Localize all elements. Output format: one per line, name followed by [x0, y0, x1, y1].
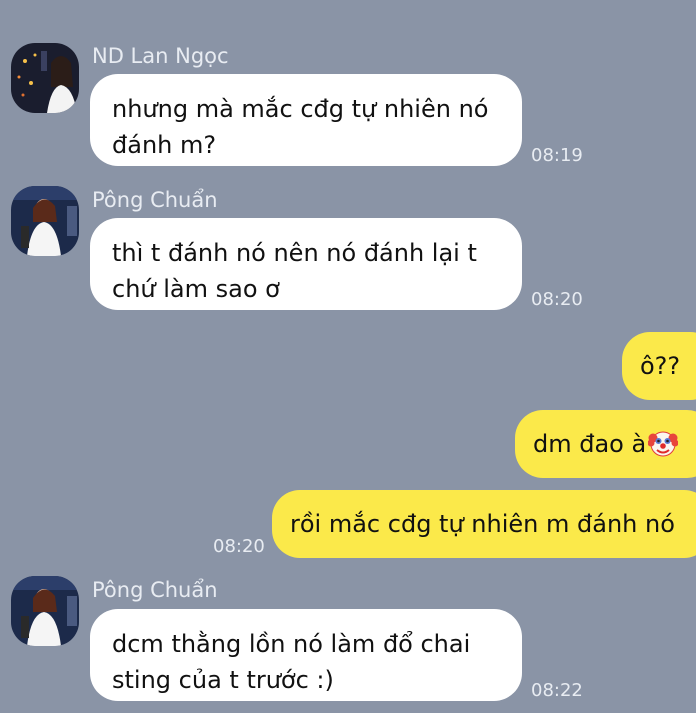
- message-text: ô??: [640, 352, 681, 380]
- message-bubble[interactable]: nhưng mà mắc cđg tự nhiên nó đánh m?: [90, 74, 522, 166]
- sender-name: ND Lan Ngọc: [92, 44, 229, 68]
- message-time: 08:20: [213, 536, 265, 557]
- avatar[interactable]: [11, 576, 79, 646]
- sender-name: Pông Chuẩn: [92, 188, 218, 212]
- message-text: nhưng mà mắc cđg tự nhiên nó: [112, 95, 489, 123]
- message-text: dm đao à: [533, 430, 647, 458]
- chat-window[interactable]: ND Lan Ngọc nhưng mà mắc cđg tự nhiên nó…: [0, 0, 696, 713]
- message-text: rồi mắc cđg tự nhiên m đánh nó: [290, 510, 675, 538]
- message-bubble[interactable]: thì t đánh nó nên nó đánh lại t chứ làm …: [90, 218, 522, 310]
- message-bubble[interactable]: rồi mắc cđg tự nhiên m đánh nó: [272, 490, 696, 558]
- avatar[interactable]: [11, 43, 79, 113]
- message-text: dcm thằng lồn nó làm đổ chai: [112, 630, 471, 658]
- sender-name: Pông Chuẩn: [92, 578, 218, 602]
- message-text: sting của t trước :): [112, 666, 334, 694]
- message-bubble[interactable]: dcm thằng lồn nó làm đổ chai sting của t…: [90, 609, 522, 701]
- message-bubble[interactable]: dm đao à: [515, 410, 696, 478]
- message-time: 08:20: [531, 289, 583, 310]
- avatar[interactable]: [11, 186, 79, 256]
- clown-face-icon: [647, 429, 679, 459]
- message-time: 08:19: [531, 145, 583, 166]
- message-bubble[interactable]: ô??: [622, 332, 696, 400]
- message-time: 08:22: [531, 680, 583, 701]
- message-text: thì t đánh nó nên nó đánh lại t: [112, 239, 477, 267]
- message-text: chứ làm sao ơ: [112, 275, 280, 303]
- message-text: đánh m?: [112, 131, 217, 159]
